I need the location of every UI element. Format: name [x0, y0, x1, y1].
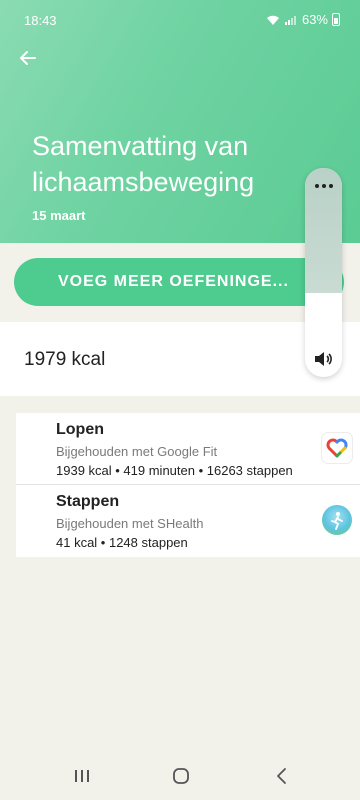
- samsung-health-icon: [322, 505, 352, 535]
- status-icons: 63%: [266, 12, 340, 27]
- activity-stats: 1939 kcal • 419 minuten • 16263 stappen: [56, 463, 293, 478]
- system-back-button[interactable]: [270, 764, 294, 788]
- page-date: 15 maart: [32, 208, 86, 223]
- activity-row-stappen[interactable]: Stappen Bijgehouden met SHealth 41 kcal …: [16, 485, 360, 557]
- signal-icon: [284, 15, 296, 25]
- activity-title: Stappen: [56, 493, 120, 510]
- activity-row-lopen[interactable]: Lopen Bijgehouden met Google Fit 1939 kc…: [16, 413, 360, 485]
- activity-source: Bijgehouden met Google Fit: [56, 444, 218, 459]
- status-time: 18:43: [24, 13, 57, 28]
- volume-panel[interactable]: [305, 168, 342, 377]
- activity-source: Bijgehouden met SHealth: [56, 516, 204, 531]
- speaker-icon[interactable]: [313, 350, 333, 368]
- more-options-icon[interactable]: [305, 176, 342, 196]
- arrow-left-icon: [20, 51, 36, 65]
- home-icon: [173, 768, 189, 784]
- page-title: Samenvatting van lichaamsbeweging: [32, 131, 255, 197]
- wifi-icon: [266, 15, 279, 25]
- total-kcal: 1979 kcal: [24, 349, 106, 370]
- activity-list: Lopen Bijgehouden met Google Fit 1939 kc…: [16, 413, 360, 557]
- back-button[interactable]: [14, 44, 42, 72]
- recents-icon: [75, 770, 89, 782]
- status-bar: 18:43 63%: [0, 0, 360, 40]
- system-nav-bar: [0, 752, 360, 800]
- home-button[interactable]: [169, 764, 193, 788]
- google-fit-icon: [322, 433, 352, 463]
- battery-icon: [332, 13, 340, 26]
- recent-apps-button[interactable]: [70, 764, 94, 788]
- activity-stats: 41 kcal • 1248 stappen: [56, 535, 188, 550]
- chevron-left-icon: [277, 768, 286, 784]
- activity-title: Lopen: [56, 421, 104, 438]
- add-exercise-button[interactable]: VOEG MEER OEFENINGE...: [14, 258, 344, 306]
- battery-percent: 63%: [301, 12, 328, 27]
